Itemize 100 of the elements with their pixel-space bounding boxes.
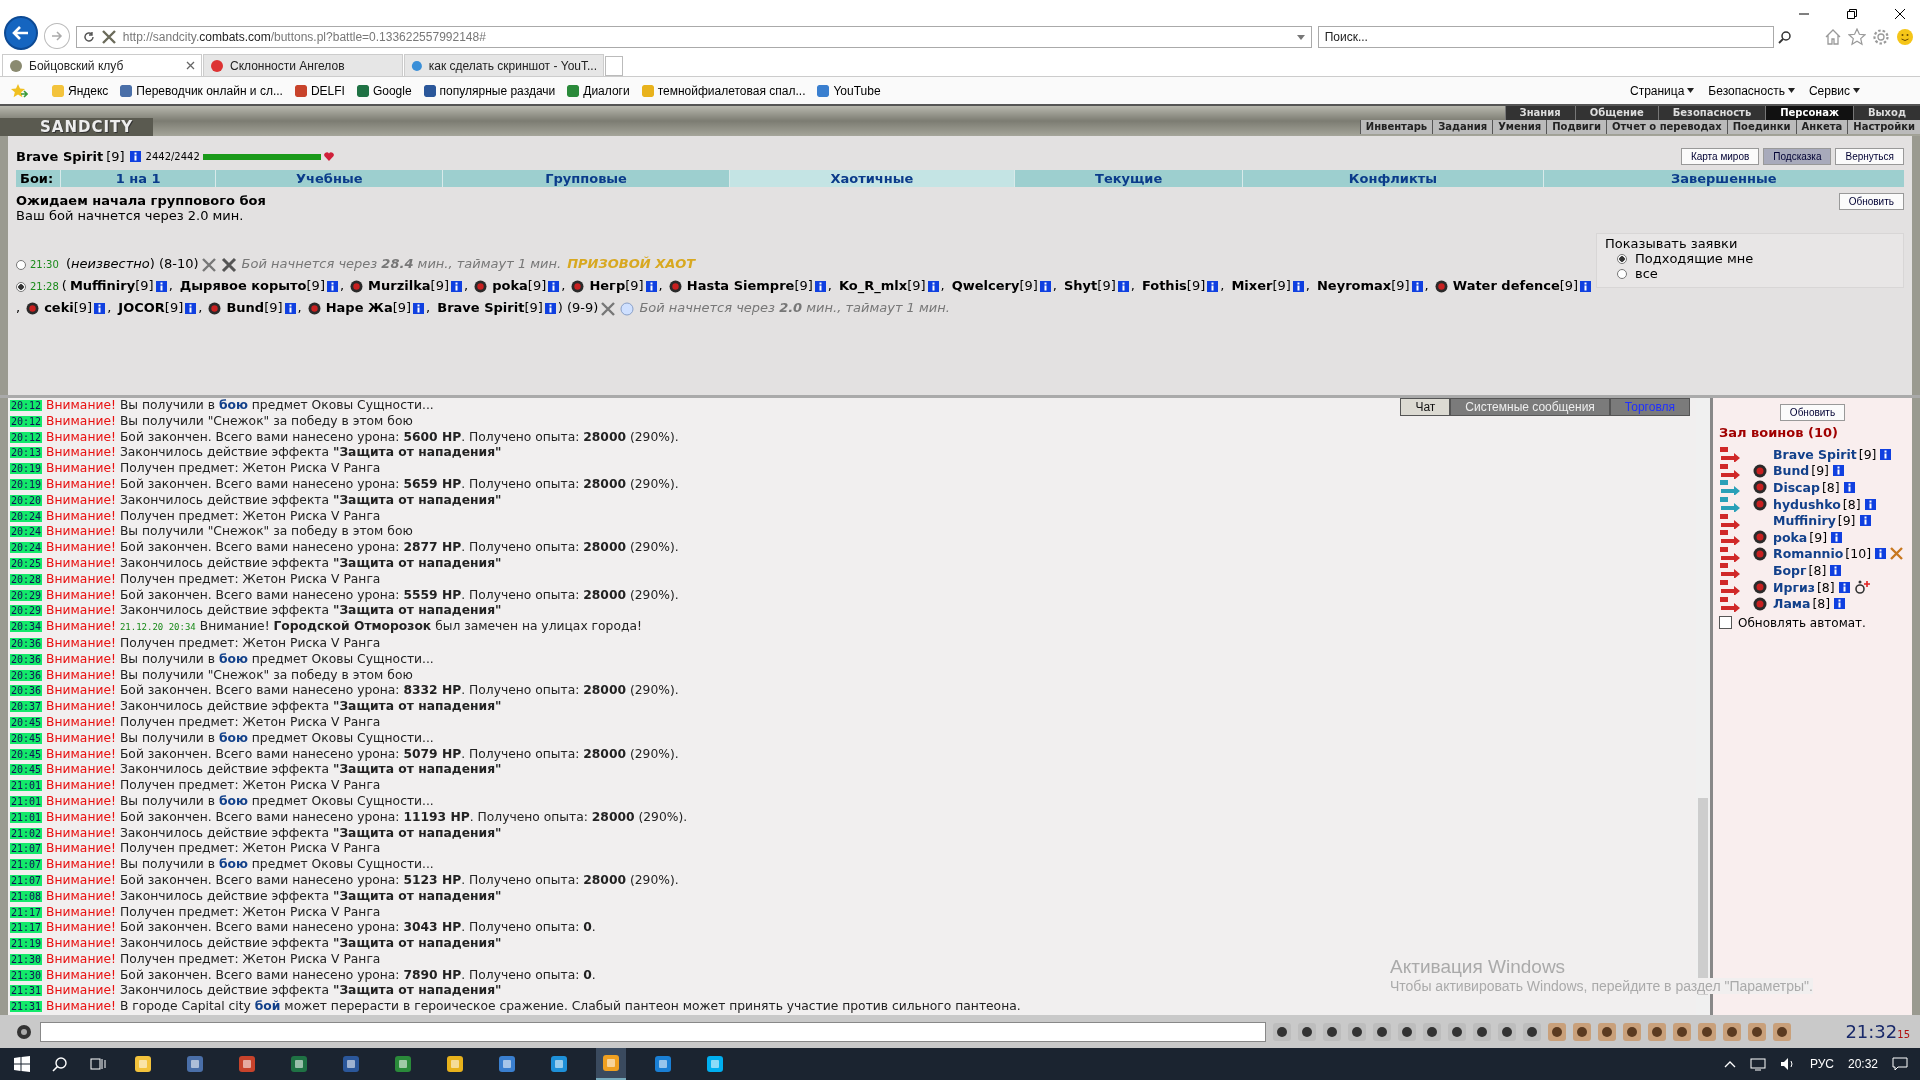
toolbar-icon[interactable] — [1597, 1021, 1617, 1042]
info-icon[interactable] — [451, 281, 463, 292]
fighter-name[interactable]: poka — [492, 278, 528, 293]
dropdown-icon[interactable] — [1296, 34, 1305, 40]
refresh-button[interactable]: Обновить — [1779, 404, 1846, 421]
fighter-name[interactable]: Hasta Siempre — [686, 278, 795, 293]
toolbar-icon[interactable] — [1397, 1021, 1417, 1042]
info-icon[interactable] — [1580, 281, 1592, 292]
info-icon[interactable] — [185, 303, 197, 314]
arrow-icon[interactable] — [1719, 512, 1741, 529]
language-indicator[interactable]: РУС — [1809, 1057, 1834, 1071]
taskbar-clock[interactable]: 20:32 — [1847, 1057, 1878, 1071]
favorite-link[interactable]: Диалоги — [567, 83, 630, 98]
arrow-icon[interactable] — [1719, 529, 1741, 546]
notifications-icon[interactable] — [1892, 1057, 1908, 1071]
menu-link[interactable]: Подвиги — [1546, 120, 1607, 134]
fighter-name[interactable]: Наре Жа — [325, 300, 393, 315]
battle-tab[interactable]: Завершенные — [1542, 170, 1904, 187]
warrior-name[interactable]: poka — [1773, 529, 1808, 545]
info-icon[interactable] — [1833, 465, 1844, 477]
favorite-link[interactable]: Переводчик онлайн и сл... — [120, 83, 283, 98]
windows-start-icon[interactable] — [14, 1056, 30, 1072]
fighter-name[interactable]: Qwelcery — [951, 278, 1020, 293]
fighter-name[interactable]: Fothis — [1141, 278, 1187, 293]
favorite-link[interactable]: Яндекс — [52, 83, 109, 98]
menu-link[interactable]: Отчет о переводах — [1606, 120, 1727, 134]
toolbar-icon[interactable] — [1622, 1021, 1642, 1042]
chat-tab[interactable]: Чат — [1400, 398, 1451, 416]
warrior-name[interactable]: Discap — [1773, 480, 1820, 495]
favorite-link[interactable]: YouTube — [817, 83, 881, 98]
fighter-name[interactable]: Muffiniry — [69, 278, 136, 293]
toolbar-icon[interactable] — [1647, 1021, 1667, 1042]
fighter-name[interactable]: Bund — [226, 300, 265, 315]
toolbar-icon[interactable] — [1447, 1021, 1467, 1042]
favorite-link[interactable]: популярные раздачи — [423, 83, 556, 98]
info-icon[interactable] — [1875, 548, 1886, 560]
info-icon[interactable] — [284, 303, 296, 314]
nav-button[interactable]: Карта миров — [1680, 148, 1760, 165]
info-icon[interactable] — [1411, 281, 1423, 292]
toolbar-icon[interactable] — [1422, 1021, 1442, 1042]
info-icon[interactable] — [1039, 281, 1051, 292]
warrior-name[interactable]: Romannio — [1773, 546, 1844, 562]
warrior-name[interactable]: Иргиз — [1773, 579, 1815, 595]
search-icon[interactable] — [52, 1056, 68, 1072]
info-icon[interactable] — [548, 281, 560, 292]
battle-link[interactable]: бою — [218, 857, 248, 872]
warrior-name[interactable]: hydushko — [1773, 496, 1841, 512]
toolbar-icon[interactable] — [1572, 1021, 1592, 1042]
arrow-icon[interactable] — [1719, 595, 1741, 612]
battle-link[interactable]: бою — [218, 793, 248, 808]
smiley-icon[interactable] — [1896, 28, 1914, 46]
toolbar-icon[interactable] — [1372, 1021, 1392, 1042]
menu-link[interactable]: Настройки — [1847, 120, 1920, 134]
info-icon[interactable] — [413, 303, 425, 314]
request-radio[interactable] — [16, 281, 26, 292]
caret-icon[interactable] — [1723, 1060, 1736, 1068]
info-icon[interactable] — [1207, 281, 1219, 292]
info-icon[interactable] — [1831, 531, 1842, 543]
warrior-name[interactable]: Brave Spirit — [1773, 446, 1857, 462]
nav-button[interactable]: Вернуться — [1835, 148, 1904, 165]
info-icon[interactable] — [94, 303, 106, 314]
info-icon[interactable] — [1843, 482, 1855, 493]
info-icon[interactable] — [1838, 581, 1850, 593]
toolbar-icon[interactable] — [1272, 1021, 1292, 1042]
browser-tab[interactable]: Бойцовский клуб — [2, 54, 202, 76]
auto-refresh-checkbox[interactable] — [1719, 616, 1732, 630]
favorites-star-icon[interactable] — [10, 82, 28, 99]
command-menu[interactable]: Сервис — [1808, 83, 1860, 98]
back-button[interactable] — [4, 16, 38, 50]
info-icon[interactable] — [1859, 515, 1871, 527]
arrow-icon[interactable] — [1719, 545, 1741, 562]
settings-icon[interactable] — [1872, 28, 1890, 46]
info-icon[interactable] — [1834, 598, 1846, 610]
fighter-name[interactable]: Neyromax — [1316, 278, 1392, 293]
menu-link[interactable]: Поединки — [1726, 120, 1796, 134]
filter-option[interactable]: все — [1635, 266, 1658, 281]
arrow-icon[interactable] — [1719, 496, 1741, 513]
info-icon[interactable] — [1830, 564, 1842, 576]
search-field[interactable]: Поиск... — [1317, 26, 1774, 48]
filter-radio[interactable] — [1617, 253, 1627, 264]
info-icon[interactable] — [927, 281, 939, 292]
battle-link[interactable]: бою — [218, 730, 248, 745]
toolbar-icon[interactable] — [1747, 1021, 1767, 1042]
menu-link[interactable]: Анкета — [1795, 120, 1848, 134]
toolbar-icon[interactable] — [1522, 1021, 1542, 1042]
toolbar-icon[interactable] — [1347, 1021, 1367, 1042]
browser-tab[interactable]: Склонности Ангелов — [203, 54, 403, 76]
refresh-button[interactable]: Обновить — [1838, 193, 1904, 210]
fighter-name[interactable]: Mixer — [1231, 278, 1273, 293]
chat-input[interactable] — [40, 1021, 1266, 1042]
network-icon[interactable] — [1749, 1057, 1766, 1071]
fighter-name[interactable]: JOCOR — [118, 300, 165, 315]
arrow-icon[interactable] — [1719, 479, 1741, 496]
fighter-name[interactable]: Ko_R_mlx — [838, 278, 908, 293]
home-icon[interactable] — [1824, 28, 1842, 46]
fighter-name[interactable]: Water defence — [1452, 278, 1560, 293]
battle-tab[interactable]: Текущие — [1014, 170, 1243, 187]
toolbar-icon[interactable] — [1322, 1021, 1342, 1042]
request-radio[interactable] — [16, 259, 26, 270]
info-icon[interactable] — [544, 303, 556, 314]
